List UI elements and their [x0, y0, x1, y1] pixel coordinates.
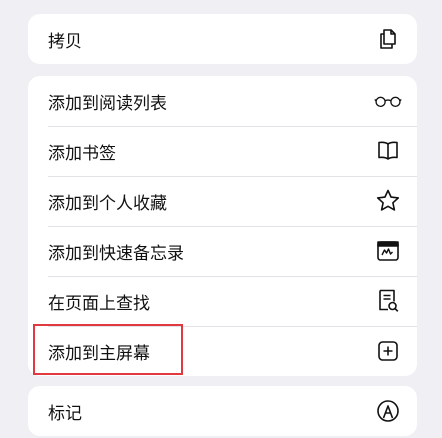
menu-item-label: 添加书签: [48, 143, 116, 164]
menu-item-copy[interactable]: 拷贝: [28, 14, 417, 64]
star-icon: [374, 187, 402, 215]
menu-item-add-favorites[interactable]: 添加到个人收藏: [28, 176, 417, 226]
find-on-page-icon: [374, 287, 402, 315]
markup-icon: [374, 397, 402, 425]
menu-item-add-reading-list[interactable]: 添加到阅读列表: [28, 76, 417, 126]
menu-item-label: 添加到主屏幕: [48, 343, 150, 364]
menu-item-find-on-page[interactable]: 在页面上查找: [28, 276, 417, 326]
book-icon: [374, 137, 402, 165]
menu-group-copy: 拷贝: [28, 14, 417, 64]
menu-item-label: 添加到阅读列表: [48, 93, 167, 114]
menu-item-add-home-screen[interactable]: 添加到主屏幕: [28, 326, 417, 376]
menu-item-label: 标记: [48, 403, 82, 424]
menu-item-label: 添加到个人收藏: [48, 193, 167, 214]
menu-item-label: 在页面上查找: [48, 293, 150, 314]
menu-item-label: 添加到快速备忘录: [48, 243, 184, 264]
menu-group-markup: 标记: [28, 386, 417, 436]
copy-icon: [374, 25, 402, 53]
menu-group-actions: 添加到阅读列表 添加书签 添加到个人收藏 添加到快速备忘录 在页面上查找 添加到…: [28, 76, 417, 376]
add-square-icon: [374, 337, 402, 365]
quick-note-icon: [374, 237, 402, 265]
menu-item-label: 拷贝: [48, 31, 82, 52]
glasses-icon: [374, 87, 402, 115]
menu-item-add-bookmark[interactable]: 添加书签: [28, 126, 417, 176]
menu-item-add-quick-note[interactable]: 添加到快速备忘录: [28, 226, 417, 276]
menu-item-markup[interactable]: 标记: [28, 386, 417, 436]
